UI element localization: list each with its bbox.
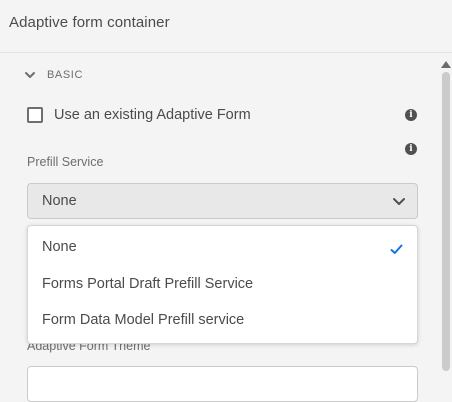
option-label: Form Data Model Prefill service [42, 312, 245, 328]
scroll-up-arrow-icon[interactable] [441, 61, 451, 68]
section-label: BASIC [47, 69, 84, 81]
section-basic-toggle[interactable]: BASIC [24, 67, 83, 83]
option-label: None [42, 239, 77, 255]
option-form-data-model[interactable]: Form Data Model Prefill service [28, 303, 417, 339]
prefill-options-popover: None Forms Portal Draft Prefill Service … [27, 225, 418, 344]
info-icon[interactable]: i [405, 109, 417, 121]
option-none[interactable]: None [28, 230, 417, 266]
prefill-service-select[interactable]: None [27, 183, 418, 219]
checkmark-icon [390, 242, 403, 260]
existing-form-option[interactable]: Use an existing Adaptive Form [27, 105, 251, 125]
theme-field[interactable] [27, 366, 418, 402]
properties-panel: Adaptive form container BASIC Use an exi… [0, 0, 452, 402]
option-forms-portal-draft[interactable]: Forms Portal Draft Prefill Service [28, 267, 417, 303]
existing-form-checkbox[interactable] [27, 107, 43, 123]
existing-form-label: Use an existing Adaptive Form [54, 107, 251, 123]
panel-title: Adaptive form container [9, 14, 170, 31]
option-label: Forms Portal Draft Prefill Service [42, 276, 254, 292]
prefill-service-label: Prefill Service [27, 155, 104, 169]
panel-header: Adaptive form container [0, 0, 452, 53]
vertical-scrollbar[interactable] [438, 53, 452, 371]
chevron-down-icon [24, 69, 36, 81]
scrollbar-thumb[interactable] [442, 72, 450, 371]
info-icon[interactable]: i [405, 143, 417, 155]
chevron-down-icon [392, 195, 406, 213]
prefill-selected-value: None [42, 193, 77, 209]
